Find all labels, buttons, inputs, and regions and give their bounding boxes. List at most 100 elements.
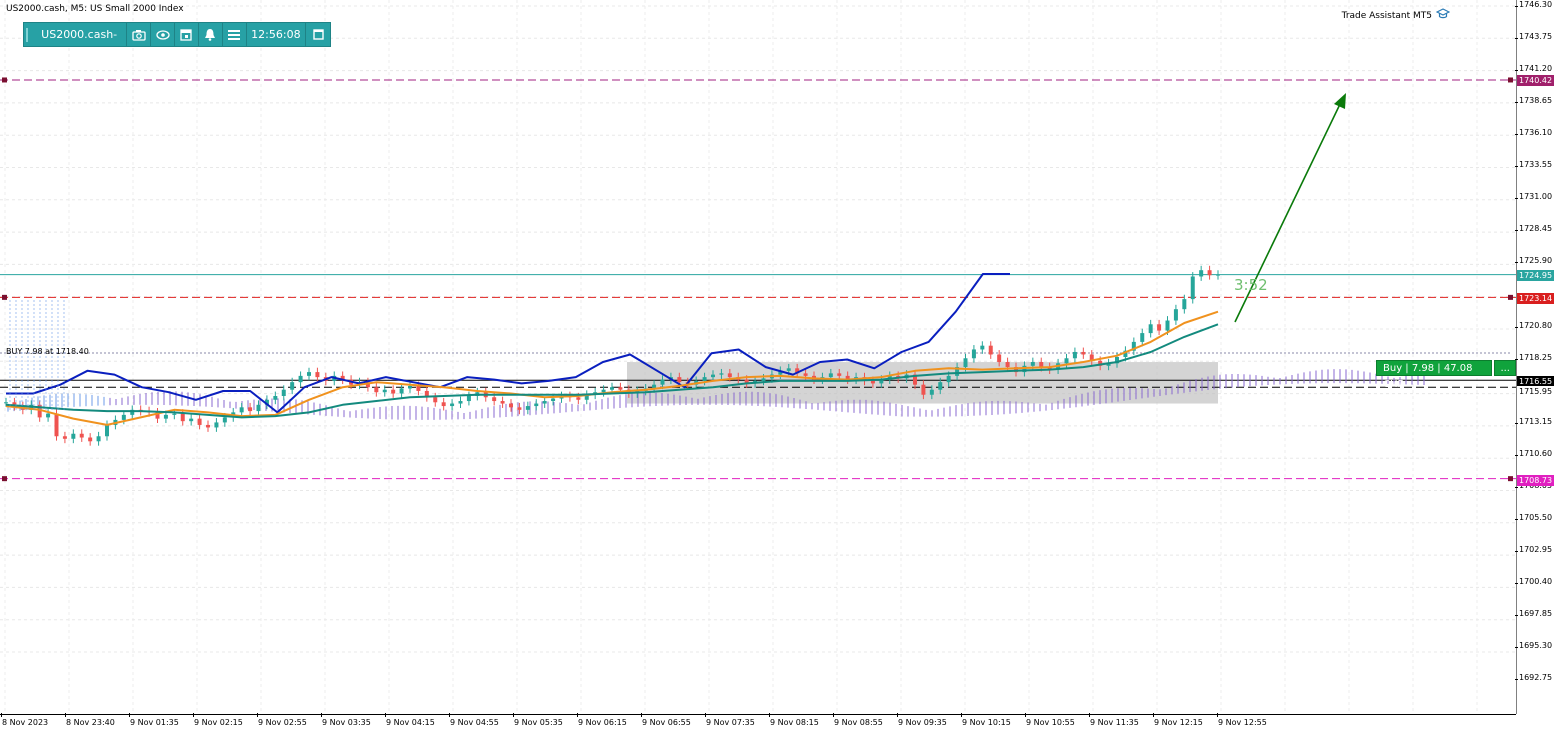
candle — [534, 403, 539, 407]
candle — [315, 372, 320, 378]
symbol-suffix: - — [113, 28, 118, 41]
time-tick-label: 9 Nov 02:15 — [193, 713, 243, 727]
candle — [273, 396, 278, 400]
menu-icon[interactable] — [223, 23, 247, 46]
candle — [222, 417, 227, 423]
eye-icon[interactable] — [151, 23, 176, 46]
calendar-icon[interactable] — [175, 23, 199, 46]
candle — [1148, 324, 1153, 334]
candle — [1207, 270, 1212, 276]
drag-handle-icon[interactable] — [24, 23, 32, 46]
price-tick-label: 1713.15 — [1514, 417, 1553, 426]
symbol-label: US2000.cash — [41, 28, 114, 41]
candle — [71, 433, 76, 439]
arrow-head-icon — [1334, 93, 1346, 109]
time-tick-label: 9 Nov 10:55 — [1025, 713, 1075, 727]
candle — [971, 349, 976, 359]
candle — [988, 345, 993, 355]
time-tick-label: 9 Nov 08:15 — [769, 713, 819, 727]
time-tick-label: 9 Nov 07:35 — [705, 713, 755, 727]
candle — [837, 373, 842, 376]
candle — [618, 387, 623, 390]
time-tick-label: 9 Nov 12:55 — [1217, 713, 1267, 727]
candle — [416, 385, 421, 391]
price-tick-label: 1741.20 — [1514, 64, 1553, 73]
candle — [870, 380, 875, 384]
candle — [980, 345, 985, 350]
candle — [1216, 274, 1220, 276]
candle — [197, 418, 202, 425]
candle — [492, 397, 497, 402]
chart-title: US2000.cash, M5: US Small 2000 Index — [6, 4, 184, 14]
candle — [1039, 362, 1044, 368]
candle — [576, 397, 581, 400]
symbol-button[interactable]: US2000.cash - — [32, 23, 128, 46]
camera-icon[interactable] — [127, 23, 152, 46]
candle — [121, 414, 126, 420]
time-tick-label: 9 Nov 05:35 — [513, 713, 563, 727]
candle — [542, 401, 547, 404]
candle — [172, 413, 177, 415]
candle — [163, 414, 168, 419]
entry-price-below: 1715.95 — [1517, 386, 1555, 397]
price-tick-label: 1736.10 — [1514, 128, 1553, 137]
candle — [441, 402, 446, 407]
level-marker — [1508, 294, 1513, 300]
candle — [290, 382, 295, 390]
bid-price: 1724.95 — [1517, 270, 1555, 281]
candle — [711, 374, 715, 378]
candle — [946, 375, 951, 383]
candle — [551, 398, 556, 402]
candle — [929, 389, 934, 395]
candle — [256, 404, 261, 412]
time-tick-label: 9 Nov 09:35 — [897, 713, 947, 727]
candle — [1190, 276, 1195, 300]
bell-icon[interactable] — [199, 23, 223, 46]
candle — [382, 389, 387, 393]
time-axis[interactable]: 8 Nov 2023 8 Nov 23:40 9 Nov 01:35 9 Nov 02… — [0, 713, 1516, 735]
price-tick-label: 1746.30 — [1514, 0, 1553, 9]
time-tick-label: 9 Nov 10:15 — [961, 713, 1011, 727]
price-tick-label: 1728.45 — [1514, 224, 1553, 233]
candle — [997, 354, 1002, 363]
candle — [189, 418, 194, 422]
time-tick-label: 8 Nov 2023 — [0, 713, 49, 727]
time-tick-label: 9 Nov 03:35 — [321, 713, 371, 727]
candle — [458, 401, 463, 404]
candle — [391, 389, 396, 394]
candle — [1173, 309, 1178, 321]
graduation-cap-icon — [1435, 8, 1451, 23]
trade-assistant[interactable]: Trade Assistant MT5 — [1342, 8, 1451, 23]
chart-area[interactable]: US2000.cash, M5: US Small 2000 Index US2… — [0, 0, 1516, 714]
price-tick-label: 1702.95 — [1514, 545, 1553, 554]
price-chart[interactable] — [0, 0, 1516, 714]
candle — [500, 401, 505, 404]
price-tick-label: 1700.40 — [1514, 577, 1553, 586]
price-axis[interactable]: 1746.30 1743.75 1741.20 1738.65 1736.10 1733.… — [1514, 0, 1567, 735]
lower-level-price: 1708.73 — [1517, 475, 1555, 486]
position-more-button[interactable]: ... — [1494, 360, 1516, 376]
window-icon[interactable] — [306, 23, 330, 46]
bar-countdown: 3:52 — [1234, 276, 1268, 294]
candle — [719, 373, 724, 375]
candle — [239, 407, 244, 413]
candle — [1072, 351, 1077, 359]
candle — [727, 373, 732, 378]
candle — [517, 407, 522, 410]
candle — [660, 379, 665, 385]
candle — [466, 396, 471, 402]
upper-level-price: 1740.42 — [1517, 75, 1555, 86]
time-tick-label: 9 Nov 02:55 — [257, 713, 307, 727]
candle — [180, 413, 185, 422]
position-summary[interactable]: Buy | 7.98 | 47.08 CHF — [1376, 360, 1493, 390]
price-tick-label: 1705.50 — [1514, 513, 1553, 522]
buy-order-label: BUY 7.98 at 1718.40 — [6, 347, 89, 356]
candle — [408, 385, 412, 389]
position-box[interactable]: Buy | 7.98 | 47.08 CHF ... — [1376, 360, 1516, 390]
candle — [206, 424, 210, 428]
candle — [46, 413, 51, 418]
price-tick-label: 1725.90 — [1514, 256, 1553, 265]
red-level-price: 1723.14 — [1517, 293, 1555, 304]
time-tick-label: 9 Nov 11:35 — [1089, 713, 1139, 727]
server-time: 12:56:08 — [247, 23, 307, 46]
